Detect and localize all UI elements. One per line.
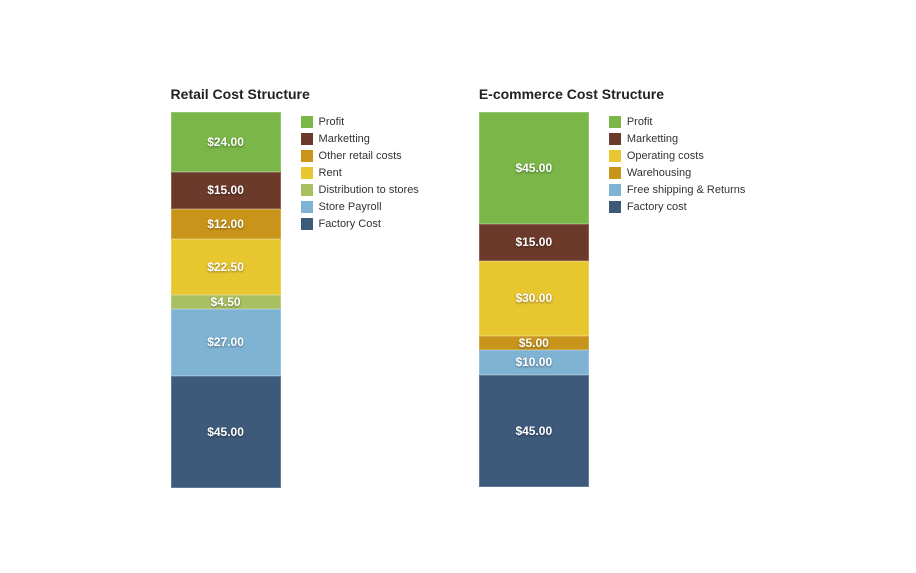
ecommerce-legend-color-1: [609, 133, 621, 145]
retail-legend-label-2: Other retail costs: [319, 150, 402, 162]
retail-chart-section: Retail Cost Structure $24.00$15.00$12.00…: [171, 86, 419, 488]
retail-legend-label-5: Store Payroll: [319, 201, 382, 213]
retail-legend-item-0: Profit: [301, 116, 419, 128]
retail-legend-label-4: Distribution to stores: [319, 184, 419, 196]
ecommerce-legend: Profit Marketting Operating costs Warehousi…: [609, 112, 746, 213]
ecommerce-stacked-bar: $45.00$15.00$30.00$5.00$10.00$45.00: [479, 112, 589, 487]
ecommerce-segment-5: $45.00: [479, 375, 589, 487]
ecommerce-chart-body: $45.00$15.00$30.00$5.00$10.00$45.00 Prof…: [479, 112, 746, 487]
ecommerce-legend-label-2: Operating costs: [627, 150, 704, 162]
retail-legend-color-5: [301, 201, 313, 213]
retail-legend-color-2: [301, 150, 313, 162]
ecommerce-legend-item-2: Operating costs: [609, 150, 746, 162]
retail-segment-1: $15.00: [171, 172, 281, 209]
ecommerce-legend-label-5: Factory cost: [627, 201, 687, 213]
retail-legend: Profit Marketting Other retail costs Rent Di…: [301, 112, 419, 230]
ecommerce-legend-color-3: [609, 167, 621, 179]
retail-chart-title: Retail Cost Structure: [171, 86, 310, 102]
ecommerce-legend-color-2: [609, 150, 621, 162]
retail-legend-item-3: Rent: [301, 167, 419, 179]
retail-chart-body: $24.00$15.00$12.00$22.50$4.50$27.00$45.0…: [171, 112, 419, 488]
ecommerce-legend-label-0: Profit: [627, 116, 653, 128]
ecommerce-legend-item-3: Warehousing: [609, 167, 746, 179]
ecommerce-legend-label-3: Warehousing: [627, 167, 691, 179]
retail-legend-color-4: [301, 184, 313, 196]
retail-stacked-bar: $24.00$15.00$12.00$22.50$4.50$27.00$45.0…: [171, 112, 281, 488]
ecommerce-legend-item-1: Marketting: [609, 133, 746, 145]
ecommerce-chart-title: E-commerce Cost Structure: [479, 86, 664, 102]
ecommerce-legend-item-5: Factory cost: [609, 201, 746, 213]
retail-legend-label-3: Rent: [319, 167, 342, 179]
retail-legend-color-0: [301, 116, 313, 128]
retail-segment-5: $27.00: [171, 309, 281, 376]
retail-segment-6: $45.00: [171, 376, 281, 488]
retail-legend-color-6: [301, 218, 313, 230]
retail-legend-item-1: Marketting: [301, 133, 419, 145]
retail-segment-3: $22.50: [171, 239, 281, 295]
ecommerce-segment-1: $15.00: [479, 224, 589, 261]
ecommerce-legend-item-0: Profit: [609, 116, 746, 128]
retail-segment-0: $24.00: [171, 112, 281, 172]
retail-legend-label-0: Profit: [319, 116, 345, 128]
retail-segment-2: $12.00: [171, 209, 281, 239]
ecommerce-legend-label-1: Marketting: [627, 133, 678, 145]
ecommerce-chart-section: E-commerce Cost Structure $45.00$15.00$3…: [479, 86, 746, 487]
retail-legend-label-6: Factory Cost: [319, 218, 381, 230]
ecommerce-segment-0: $45.00: [479, 112, 589, 224]
retail-legend-label-1: Marketting: [319, 133, 370, 145]
retail-segment-4: $4.50: [171, 295, 281, 309]
ecommerce-segment-4: $10.00: [479, 350, 589, 375]
ecommerce-legend-item-4: Free shipping & Returns: [609, 184, 746, 196]
ecommerce-legend-label-4: Free shipping & Returns: [627, 184, 746, 196]
retail-legend-item-5: Store Payroll: [301, 201, 419, 213]
ecommerce-segment-2: $30.00: [479, 261, 589, 336]
ecommerce-legend-color-5: [609, 201, 621, 213]
charts-container: Retail Cost Structure $24.00$15.00$12.00…: [0, 66, 916, 508]
retail-legend-item-4: Distribution to stores: [301, 184, 419, 196]
retail-legend-color-3: [301, 167, 313, 179]
ecommerce-segment-3: $5.00: [479, 336, 589, 350]
ecommerce-legend-color-0: [609, 116, 621, 128]
retail-legend-item-2: Other retail costs: [301, 150, 419, 162]
retail-legend-item-6: Factory Cost: [301, 218, 419, 230]
ecommerce-legend-color-4: [609, 184, 621, 196]
retail-legend-color-1: [301, 133, 313, 145]
